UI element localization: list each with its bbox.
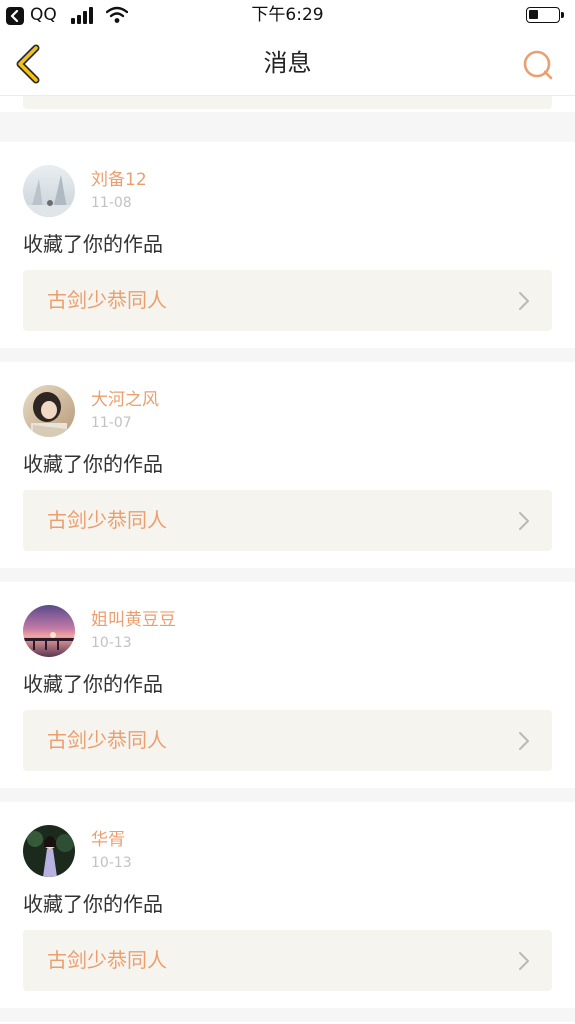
message-date: 11-07 <box>91 415 132 431</box>
action-text: 收藏了你的作品 <box>23 232 163 256</box>
work-link[interactable]: 古剑少恭同人 <box>23 270 552 331</box>
avatar[interactable] <box>23 605 75 657</box>
nav-bar: 消息 <box>0 32 575 96</box>
chevron-right-icon <box>519 732 529 750</box>
search-button[interactable] <box>520 48 554 82</box>
avatar[interactable] <box>23 825 75 877</box>
avatar[interactable] <box>23 165 75 217</box>
battery-level <box>529 10 538 19</box>
work-title: 古剑少恭同人 <box>47 508 167 532</box>
username[interactable]: 刘备12 <box>91 169 147 191</box>
message-feed[interactable]: 刘备12 11-08 收藏了你的作品 古剑少恭同人 大河之风 11-07 收藏了… <box>0 96 575 1024</box>
action-text: 收藏了你的作品 <box>23 452 163 476</box>
username[interactable]: 姐叫黄豆豆 <box>91 609 176 631</box>
chevron-right-icon <box>519 292 529 310</box>
message-date: 10-13 <box>91 855 132 871</box>
work-link-partial[interactable] <box>23 96 552 109</box>
page-title: 消息 <box>263 49 312 77</box>
work-link[interactable]: 古剑少恭同人 <box>23 710 552 771</box>
avatar[interactable] <box>23 385 75 437</box>
work-title: 古剑少恭同人 <box>47 288 167 312</box>
work-link[interactable]: 古剑少恭同人 <box>23 490 552 551</box>
battery-icon <box>526 7 560 23</box>
work-title: 古剑少恭同人 <box>47 948 167 972</box>
search-icon <box>523 50 553 80</box>
message-card: 刘备12 11-08 收藏了你的作品 古剑少恭同人 <box>0 142 575 348</box>
message-card: 姐叫黄豆豆 10-13 收藏了你的作品 古剑少恭同人 <box>0 582 575 788</box>
action-text: 收藏了你的作品 <box>23 892 163 916</box>
work-link[interactable]: 古剑少恭同人 <box>23 930 552 991</box>
username[interactable]: 华胥 <box>91 829 125 851</box>
work-title: 古剑少恭同人 <box>47 728 167 752</box>
username[interactable]: 大河之风 <box>91 389 159 411</box>
screen: QQ 下午6:29 消息 刘备12 11-08 收藏了你的作品 古剑少恭同人 大… <box>0 0 575 1024</box>
status-time: 下午6:29 <box>251 5 324 25</box>
battery-tip <box>561 12 564 18</box>
message-card: 华胥 10-13 收藏了你的作品 古剑少恭同人 <box>0 802 575 1008</box>
message-date: 11-08 <box>91 195 132 211</box>
status-bar: QQ 下午6:29 <box>0 0 575 32</box>
action-text: 收藏了你的作品 <box>23 672 163 696</box>
chevron-right-icon <box>519 952 529 970</box>
message-card-partial <box>0 96 575 112</box>
message-date: 10-13 <box>91 635 132 651</box>
chevron-right-icon <box>519 512 529 530</box>
message-card: 大河之风 11-07 收藏了你的作品 古剑少恭同人 <box>0 362 575 568</box>
